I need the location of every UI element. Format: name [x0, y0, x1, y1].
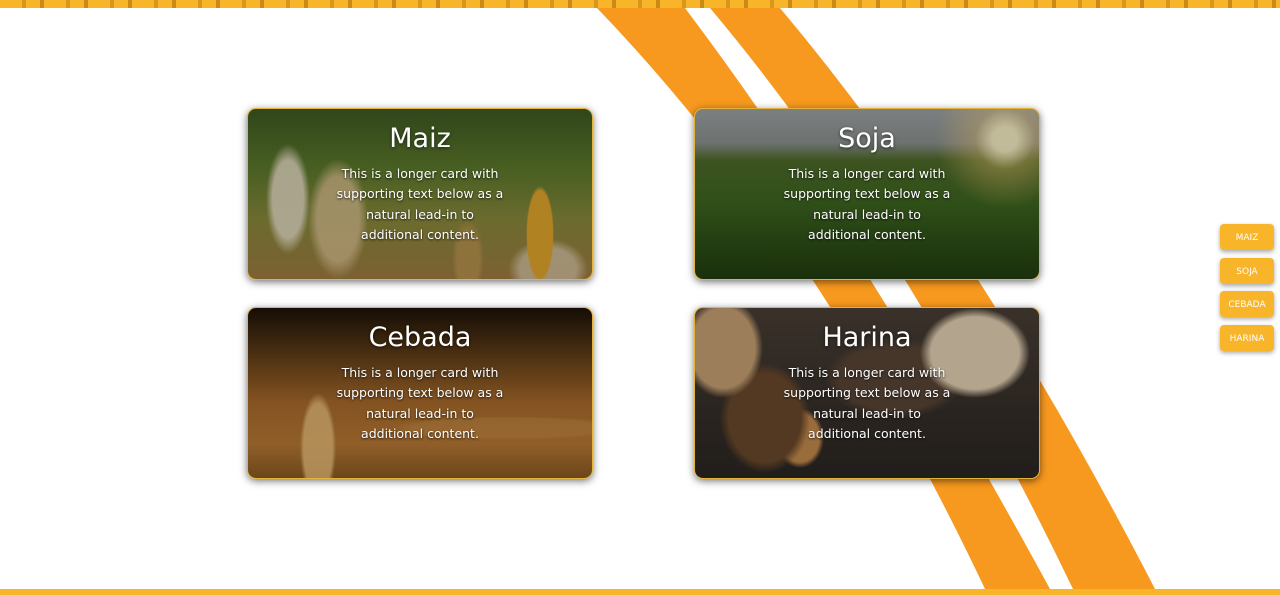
card-text: This is a longer card with supporting te…: [336, 365, 504, 441]
side-nav-soja-button[interactable]: SOJA: [1220, 257, 1274, 284]
card-title: Maiz: [389, 123, 451, 154]
card-harina[interactable]: Harina This is a longer card with suppor…: [694, 307, 1040, 479]
bottom-border: [0, 589, 1280, 595]
card-title: Cebada: [368, 322, 472, 353]
side-nav-cebada-button[interactable]: CEBADA: [1220, 291, 1274, 318]
card-text: This is a longer card with supporting te…: [783, 166, 951, 242]
decorative-stripes: [597, 8, 1155, 589]
card-cebada[interactable]: Cebada This is a longer card with suppor…: [247, 307, 593, 479]
card-maiz[interactable]: Maiz This is a longer card with supporti…: [247, 108, 593, 280]
card-soja[interactable]: Soja This is a longer card with supporti…: [694, 108, 1040, 280]
card-title: Soja: [838, 123, 896, 154]
card-title: Harina: [822, 322, 912, 353]
side-nav-harina-button[interactable]: HARINA: [1220, 325, 1274, 352]
card-text: This is a longer card with supporting te…: [783, 365, 951, 441]
card-text: This is a longer card with supporting te…: [336, 166, 504, 242]
side-nav-maiz-button[interactable]: MAIZ: [1220, 224, 1274, 250]
side-nav: MAIZ SOJA CEBADA HARINA: [1220, 224, 1274, 359]
